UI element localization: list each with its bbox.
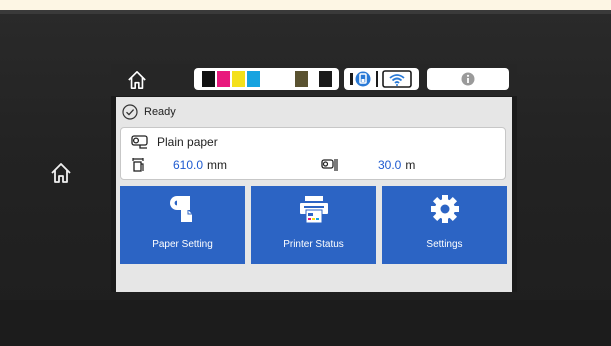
info-button[interactable]: [427, 68, 509, 90]
maintenance-box-icon: [350, 71, 371, 87]
paper-info-card[interactable]: Plain paper 610.0 mm 30.0 m: [120, 127, 506, 180]
ink-yellow: [232, 71, 245, 87]
paper-setting-label: Paper Setting: [152, 239, 213, 250]
printer-icon: [299, 196, 328, 224]
bezel-bottom: [0, 300, 611, 346]
menu-tiles: Paper Setting Printer Status Settings: [120, 186, 507, 264]
printer-status-button[interactable]: Printer Status: [251, 186, 376, 264]
connection-status-button[interactable]: [344, 68, 419, 90]
check-circle-icon: [122, 104, 138, 120]
ink-dark-yellow: [295, 71, 308, 87]
status-text: Ready: [144, 106, 176, 118]
bezel-edge: [0, 10, 611, 14]
top-bar: [111, 64, 517, 96]
paper-setting-button[interactable]: Paper Setting: [120, 186, 245, 264]
paper-type-label: Plain paper: [157, 135, 218, 149]
paper-roll-icon: [131, 135, 148, 149]
home-content: Ready Plain paper 610.0 mm 30.0 m Paper …: [116, 97, 512, 292]
settings-button[interactable]: Settings: [382, 186, 507, 264]
settings-label: Settings: [426, 239, 463, 250]
ink-magenta: [217, 71, 230, 87]
divider: [376, 71, 378, 87]
ink-levels-button[interactable]: [194, 68, 339, 90]
lcd-screen: Ready Plain paper 610.0 mm 30.0 m Paper …: [111, 64, 517, 292]
ink-cyan: [247, 71, 260, 87]
paper-length-value: 30.0: [378, 158, 402, 172]
status-row: Ready: [122, 103, 176, 121]
paper-width-row: 610.0 mm: [131, 158, 227, 172]
paper-length-unit: m: [405, 158, 416, 172]
paper-type-row: Plain paper: [131, 135, 218, 149]
home-icon: [128, 71, 146, 89]
paper-length-row: 30.0 m: [321, 158, 415, 172]
home-button[interactable]: [115, 67, 159, 93]
home-icon: [51, 163, 71, 183]
printer-status-label: Printer Status: [283, 239, 344, 250]
paper-width-icon: [132, 158, 144, 172]
paper-roll-icon: [169, 196, 192, 222]
info-icon: [461, 72, 475, 86]
hardware-home-button[interactable]: [50, 162, 72, 184]
ink-black: [202, 71, 215, 87]
paper-width-unit: mm: [207, 158, 228, 172]
gear-icon: [430, 195, 459, 223]
paper-width-value: 610.0: [173, 158, 204, 172]
ink-matte-black: [319, 71, 332, 87]
wifi-icon: [382, 70, 412, 88]
paper-remaining-icon: [321, 159, 338, 171]
